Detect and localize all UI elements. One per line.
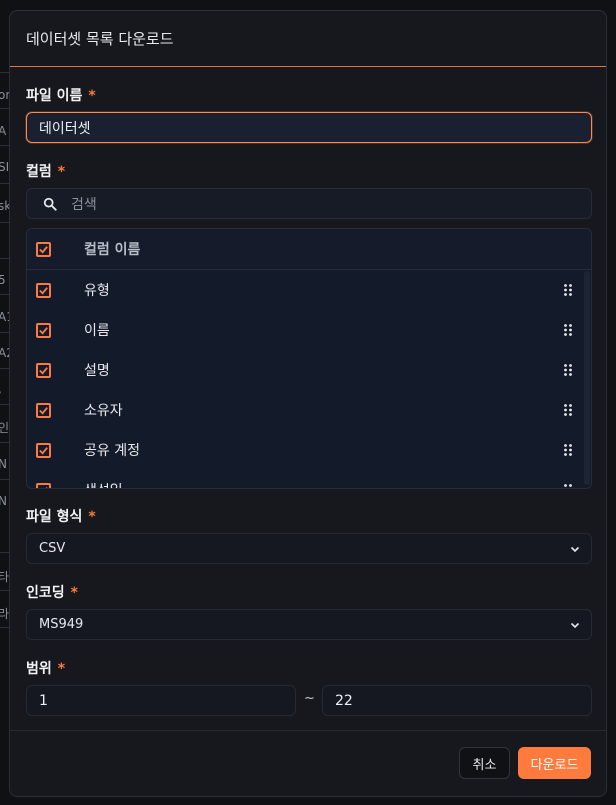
check-icon: [39, 326, 48, 335]
list-item[interactable]: 설명: [27, 350, 591, 390]
search-placeholder: 검색: [71, 196, 97, 213]
chevron-down-icon: [570, 546, 580, 553]
column-item-label: 이름: [84, 323, 110, 339]
range-to-input[interactable]: 22: [322, 685, 592, 716]
column-list: 컬럼 이름 유형 이름 설명 소유자 공유 계정 생: [26, 228, 592, 489]
required-mark: *: [88, 88, 96, 104]
range-from-value: 1: [39, 692, 48, 709]
drag-handle-icon[interactable]: [564, 484, 572, 489]
file-format-value: CSV: [39, 541, 66, 556]
file-name-label: 파일 이름 *: [26, 88, 96, 104]
file-format-select[interactable]: CSV: [26, 533, 592, 564]
column-checkbox[interactable]: [36, 482, 51, 488]
encoding-value: MS949: [39, 617, 84, 632]
range-from-input[interactable]: 1: [26, 685, 296, 716]
required-mark: *: [57, 164, 66, 180]
drag-handle-icon[interactable]: [564, 324, 572, 336]
download-button[interactable]: 다운로드: [518, 747, 591, 779]
dialog-footer: 취소 다운로드: [10, 730, 606, 796]
bg-text: N: [0, 494, 7, 508]
check-icon: [39, 245, 48, 254]
range-to-value: 22: [335, 692, 353, 709]
column-checkbox[interactable]: [36, 282, 51, 298]
required-mark: *: [57, 661, 66, 677]
file-name-input[interactable]: 데이터셋: [26, 112, 592, 143]
drag-handle-icon[interactable]: [564, 364, 572, 376]
dialog-title: 데이터셋 목록 다운로드: [26, 30, 174, 48]
drag-handle-icon[interactable]: [564, 444, 572, 456]
column-item-label: 소유자: [84, 403, 123, 419]
column-checkbox[interactable]: [36, 362, 51, 378]
encoding-select[interactable]: MS949: [26, 609, 592, 640]
drag-handle-icon[interactable]: [564, 404, 572, 416]
bg-text: A: [0, 124, 7, 138]
drag-handle-icon[interactable]: [564, 284, 572, 296]
column-checkbox[interactable]: [36, 402, 51, 418]
file-format-label: 파일 형식 *: [26, 509, 96, 525]
column-checkbox[interactable]: [36, 442, 51, 458]
range-label: 범위 *: [26, 661, 66, 677]
bg-text: 5: [0, 273, 6, 287]
check-icon: [45, 486, 48, 488]
encoding-label: 인코딩 *: [26, 585, 78, 601]
column-item-label: 생성일: [84, 480, 123, 488]
column-checkbox[interactable]: [36, 322, 51, 338]
column-item-label: 유형: [84, 283, 110, 299]
required-mark: *: [70, 585, 78, 601]
list-item[interactable]: 생성일: [27, 470, 591, 489]
range-separator: ~: [304, 691, 315, 706]
select-all-checkbox[interactable]: [36, 241, 51, 257]
column-item-label: 공유 계정: [84, 443, 140, 459]
dialog-header: 데이터셋 목록 다운로드: [10, 11, 606, 67]
column-list-scrollbar[interactable]: [584, 271, 590, 485]
list-item[interactable]: 소유자: [27, 390, 591, 430]
columns-label: 컬럼 *: [26, 164, 66, 180]
bg-text: 라: [0, 607, 10, 621]
bg-text: N: [0, 457, 7, 471]
column-list-header: 컬럼 이름: [27, 229, 591, 270]
search-icon: [43, 197, 57, 211]
bg-text: 타: [0, 570, 10, 584]
download-dialog: 데이터셋 목록 다운로드 파일 이름 * 데이터셋 컬럼 * 검색 컬럼 이름 유형: [9, 10, 607, 797]
bg-text: SI: [0, 160, 10, 174]
column-item-label: 설명: [84, 363, 110, 379]
check-icon: [39, 286, 48, 295]
column-name-header: 컬럼 이름: [84, 242, 141, 258]
bg-text: ,: [0, 382, 2, 396]
list-item[interactable]: 이름: [27, 310, 591, 350]
column-search-input[interactable]: 검색: [26, 188, 592, 219]
required-mark: *: [88, 509, 96, 525]
check-icon: [39, 446, 48, 455]
list-item[interactable]: 공유 계정: [27, 430, 591, 470]
file-name-value: 데이터셋: [39, 120, 91, 137]
cancel-button[interactable]: 취소: [459, 747, 510, 779]
bg-text: 인: [0, 421, 10, 435]
list-item[interactable]: 유형: [27, 270, 591, 310]
check-icon: [39, 406, 48, 415]
check-icon: [39, 366, 48, 375]
chevron-down-icon: [570, 622, 580, 629]
